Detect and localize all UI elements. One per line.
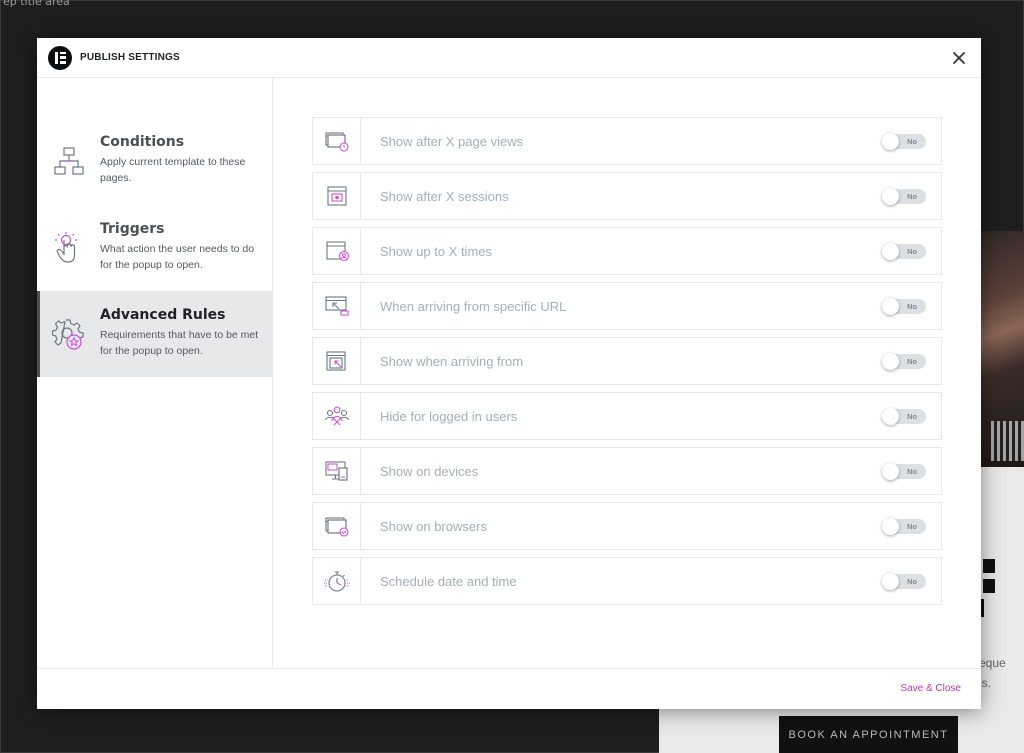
sidebar-item-triggers[interactable]: Triggers What action the user needs to d…	[37, 205, 272, 291]
advanced-rules-panel: Show after X page views No Show after X …	[273, 78, 981, 668]
toggle-label: No	[907, 136, 917, 146]
rule-toggle[interactable]: No	[882, 297, 926, 315]
rule-toggle[interactable]: No	[882, 572, 926, 590]
stopwatch-icon	[323, 571, 350, 592]
rule-row: Show on devices No	[312, 447, 942, 495]
toggle-label: No	[907, 246, 917, 256]
toggle-label: No	[907, 411, 917, 421]
rule-toggle[interactable]: No	[882, 132, 926, 150]
rule-label: Show on browsers	[380, 518, 487, 534]
sidebar-item-description: Requirements that have to be met for the…	[100, 329, 259, 357]
rule-label: Show on devices	[380, 463, 479, 479]
modal-title: PUBLISH SETTINGS	[80, 52, 180, 63]
devices-icon	[324, 461, 348, 481]
arrival-icon	[325, 351, 346, 371]
rule-toggle[interactable]: No	[882, 407, 926, 425]
gear-star-icon	[52, 319, 84, 350]
rule-label: Schedule date and time	[380, 573, 517, 589]
rule-toggle[interactable]: No	[882, 517, 926, 535]
rule-label: Show after X sessions	[380, 188, 509, 204]
sidebar-item-title: Conditions	[100, 134, 185, 150]
publish-settings-modal: PUBLISH SETTINGS Conditions Apply curren…	[37, 38, 981, 709]
sidebar-item-description: Apply current template to these pages.	[100, 156, 246, 184]
sidebar-item-title: Triggers	[100, 221, 165, 237]
sidebar-item-advanced-rules[interactable]: Advanced Rules Requirements that have to…	[37, 291, 272, 377]
toggle-label: No	[907, 356, 917, 366]
elementor-logo-icon	[48, 45, 72, 70]
browser-check-icon	[324, 517, 349, 537]
rule-label: Hide for logged in users	[380, 408, 518, 424]
tap-hand-icon	[55, 232, 77, 263]
close-icon	[953, 52, 965, 64]
close-button[interactable]	[949, 48, 969, 68]
toggle-label: No	[907, 301, 917, 311]
sidebar-item-description: What action the user needs to do for the…	[100, 243, 255, 271]
toggle-label: No	[907, 466, 917, 476]
rule-row: When arriving from specific URL No	[312, 282, 942, 330]
rule-toggle[interactable]: No	[882, 352, 926, 370]
rule-row: Hide for logged in users No	[312, 392, 942, 440]
rule-toggle[interactable]: No	[882, 187, 926, 205]
rule-row: Show up to X times No	[312, 227, 942, 275]
rule-label: Show when arriving from	[380, 353, 524, 369]
rule-row: Show after X sessions No	[312, 172, 942, 220]
rule-toggle[interactable]: No	[882, 462, 926, 480]
settings-sidebar: Conditions Apply current template to the…	[37, 78, 273, 668]
users-group-icon	[324, 406, 349, 426]
sidebar-item-title: Advanced Rules	[100, 307, 226, 323]
page-views-icon	[324, 132, 349, 152]
rule-label: Show after X page views	[380, 133, 524, 149]
modal-header: PUBLISH SETTINGS	[37, 38, 981, 78]
sessions-icon	[326, 186, 347, 206]
toggle-label: No	[907, 521, 917, 531]
rule-label: Show up to X times	[380, 243, 492, 259]
rule-row: Show when arriving from No	[312, 337, 942, 385]
toggle-label: No	[907, 576, 917, 586]
sidebar-item-conditions[interactable]: Conditions Apply current template to the…	[37, 118, 272, 204]
rule-row: Schedule date and time No	[312, 557, 942, 605]
rule-label: When arriving from specific URL	[380, 298, 567, 314]
rule-row: Show after X page views No	[312, 117, 942, 165]
url-cursor-icon	[324, 296, 349, 316]
rule-toggle[interactable]: No	[882, 242, 926, 260]
user-window-icon	[325, 241, 349, 262]
save-close-button[interactable]: Save & Close	[900, 683, 961, 694]
rule-row: Show on browsers No	[312, 502, 942, 550]
modal-footer: Save & Close	[37, 668, 981, 709]
sitemap-icon	[54, 147, 84, 175]
toggle-label: No	[907, 191, 917, 201]
